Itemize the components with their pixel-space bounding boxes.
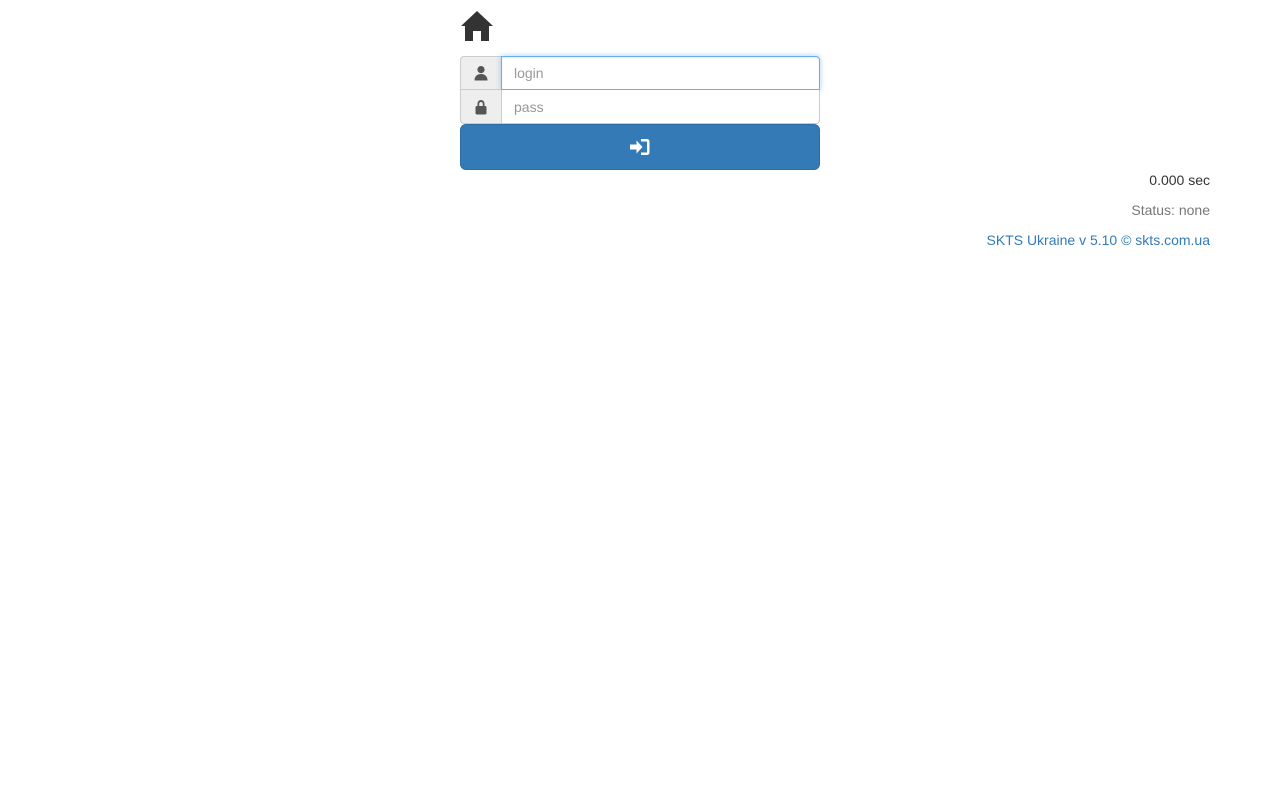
home-icon: [461, 11, 493, 41]
status-label: Status:: [1131, 202, 1175, 218]
password-input[interactable]: [501, 90, 820, 124]
login-input-group: [460, 56, 820, 90]
password-addon: [460, 90, 501, 124]
status-text: Status: none: [1131, 202, 1210, 218]
footer-link[interactable]: SKTS Ukraine v 5.10 © skts.com.ua: [986, 232, 1210, 248]
load-timer: 0.000 sec: [1149, 172, 1210, 188]
lock-icon: [475, 99, 487, 114]
sign-in-button[interactable]: [460, 124, 820, 170]
login-page: 0.000 sec Status: none SKTS Ukraine v 5.…: [0, 0, 1280, 800]
home-link[interactable]: [460, 9, 494, 43]
sign-in-icon: [630, 139, 650, 155]
login-addon: [460, 56, 501, 90]
login-input[interactable]: [501, 56, 820, 90]
login-form: [460, 56, 820, 170]
password-input-group: [460, 90, 820, 124]
status-value: none: [1178, 202, 1210, 218]
user-icon: [474, 66, 488, 81]
